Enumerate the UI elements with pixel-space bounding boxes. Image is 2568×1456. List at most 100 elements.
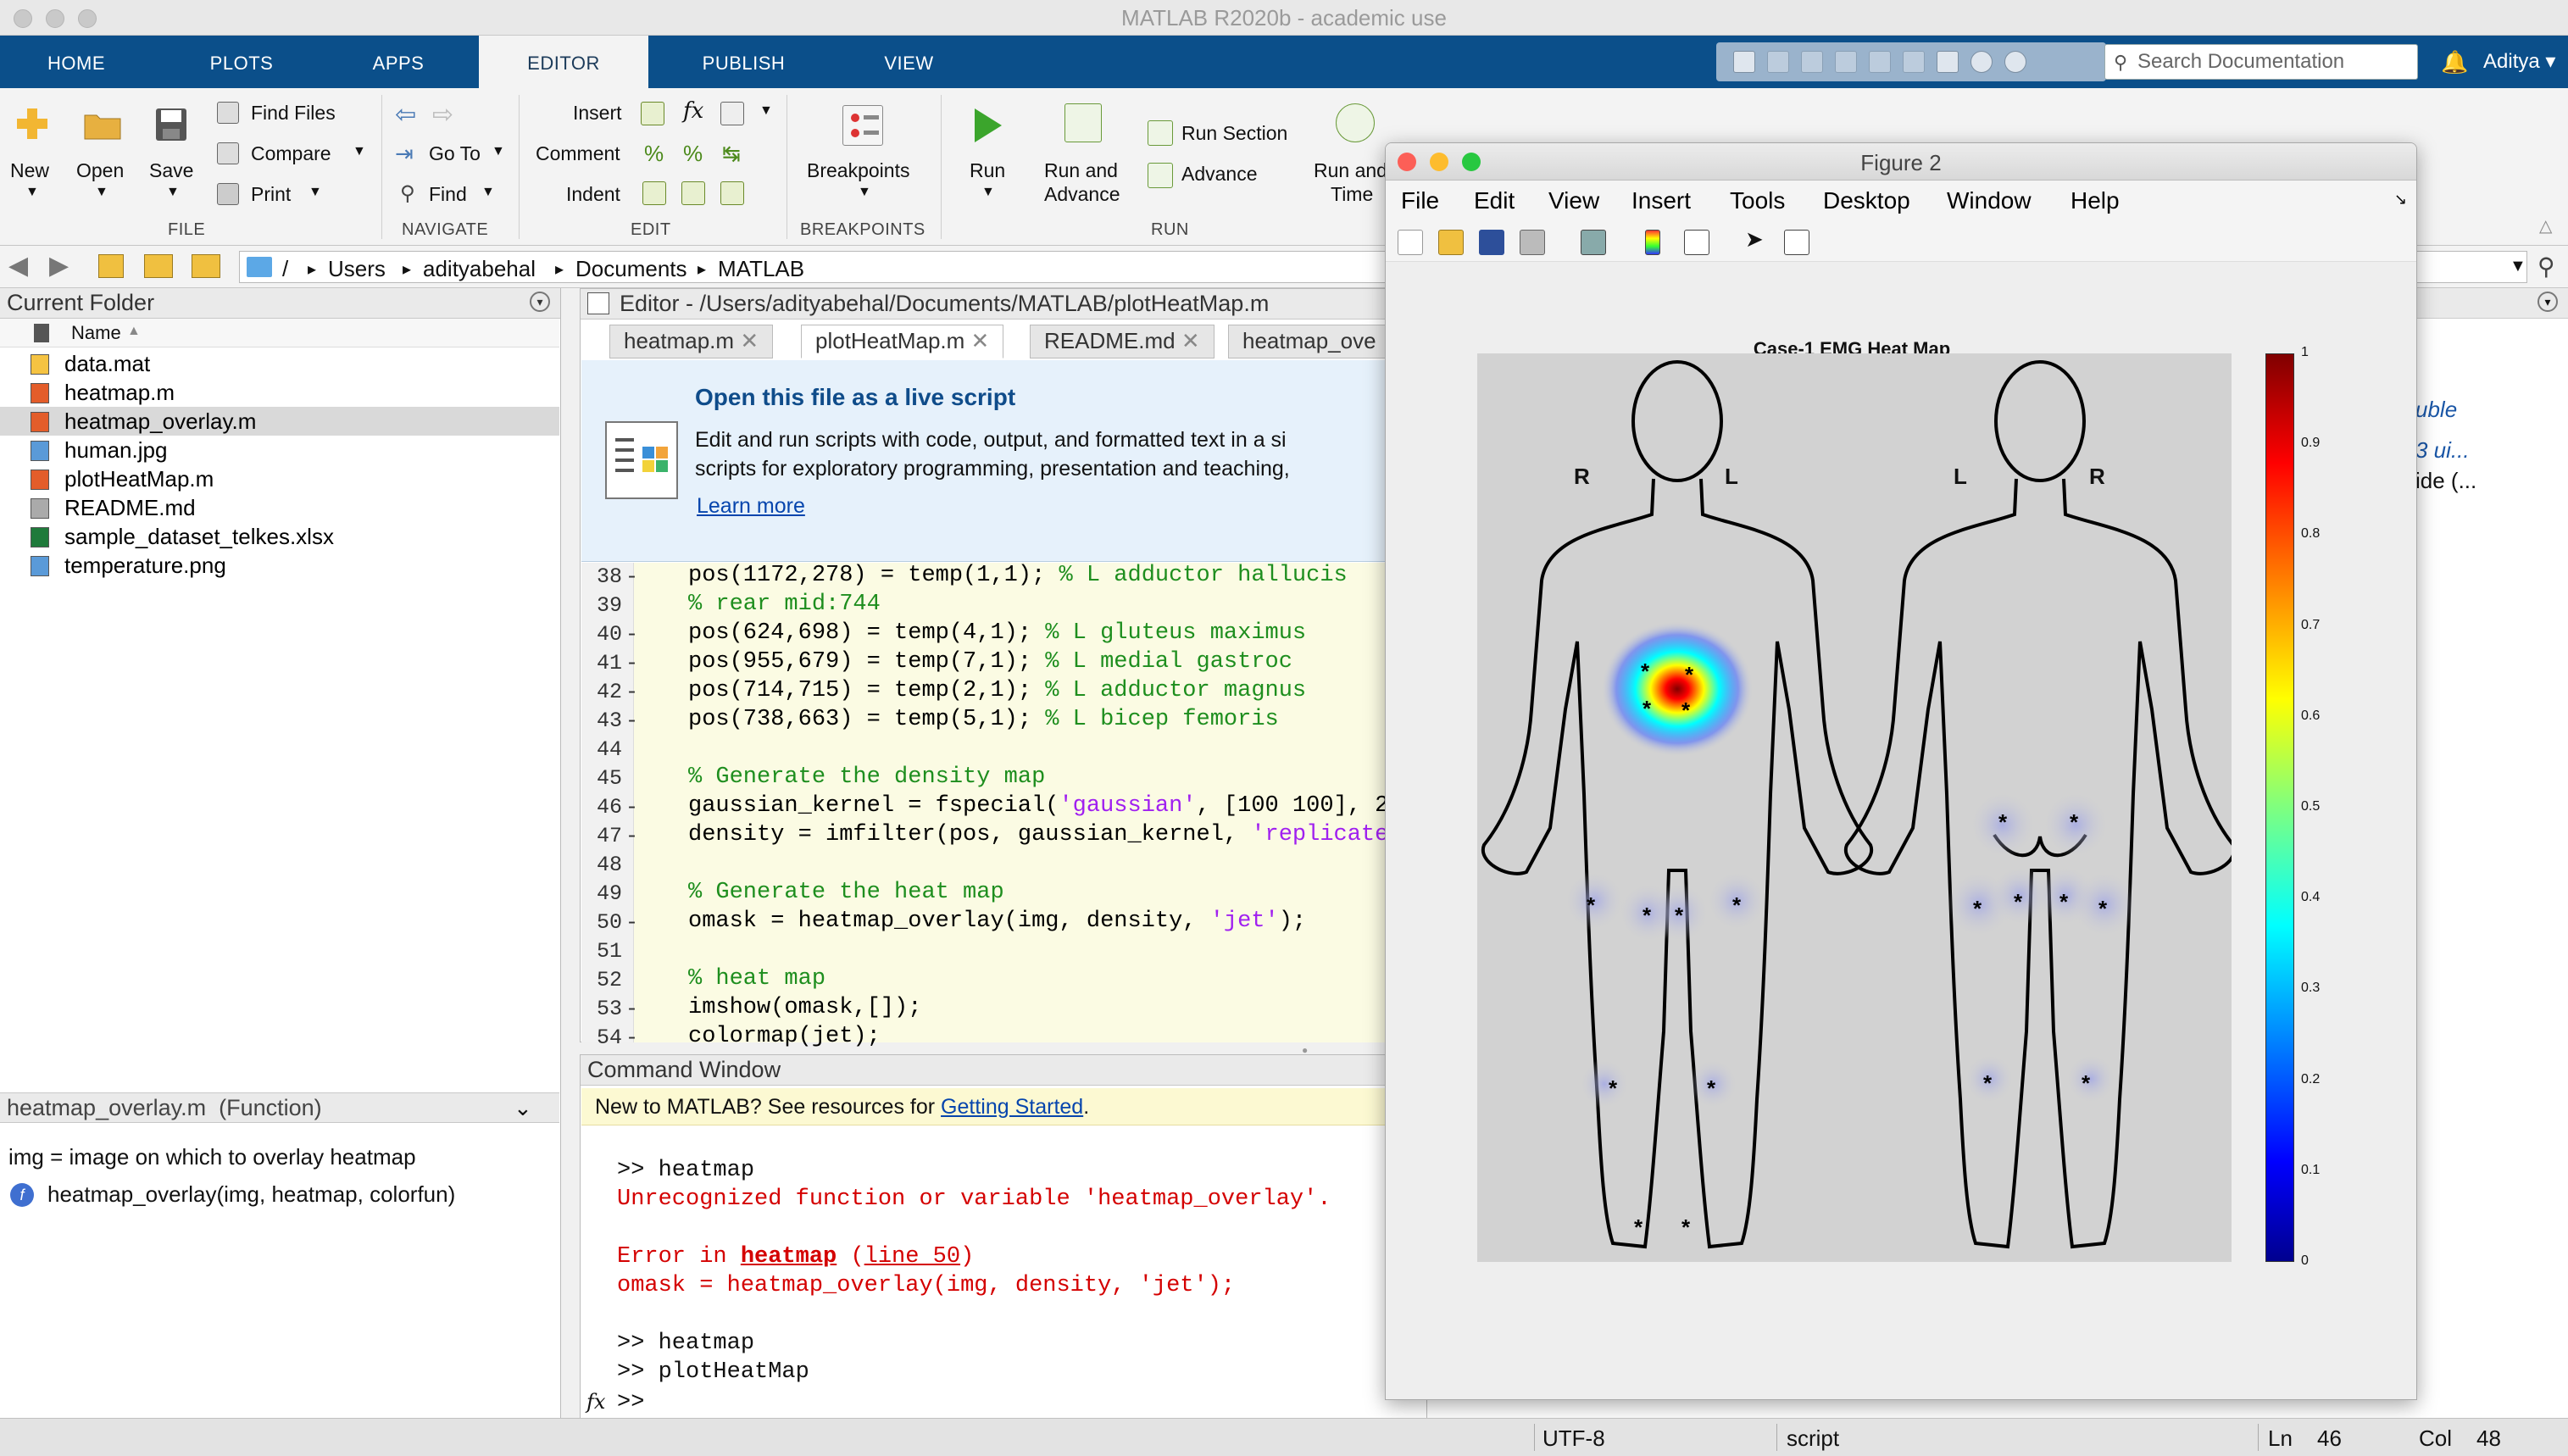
- cut-icon[interactable]: [1767, 51, 1789, 73]
- run-and-advance-line2[interactable]: Advance: [1044, 183, 1120, 206]
- code-line[interactable]: gaussian_kernel = fspecial('gaussian', […: [688, 793, 1403, 819]
- breakpoints-button[interactable]: Breakpoints: [807, 159, 909, 182]
- run-and-time-line1[interactable]: Run and: [1314, 159, 1387, 182]
- link-plot-icon[interactable]: [1581, 230, 1606, 255]
- go-to-button[interactable]: Go To: [429, 142, 481, 165]
- path-adityabehal[interactable]: adityabehal: [423, 256, 536, 282]
- find-button[interactable]: Find: [429, 183, 467, 206]
- panel-actions-icon[interactable]: ▾: [2537, 292, 2558, 312]
- path-dropdown-icon[interactable]: ▼: [2510, 257, 2526, 276]
- comment-percent-icon[interactable]: %: [644, 141, 664, 167]
- breakpoint-marker[interactable]: -: [625, 622, 638, 647]
- file-list-item[interactable]: plotHeatMap.m: [0, 464, 559, 493]
- close-tab-icon[interactable]: ✕: [1181, 328, 1200, 353]
- compare-button[interactable]: Compare: [251, 142, 331, 165]
- run-section-button[interactable]: Run Section: [1181, 122, 1287, 145]
- back-arrow-icon[interactable]: ⇦: [395, 100, 416, 130]
- breakpoint-marker[interactable]: -: [625, 651, 638, 675]
- up-folder-icon[interactable]: [98, 254, 124, 278]
- command-prompt[interactable]: >>: [617, 1390, 644, 1415]
- path-documents[interactable]: Documents: [575, 256, 687, 282]
- save-button[interactable]: Save: [149, 159, 193, 182]
- breakpoint-marker[interactable]: -: [625, 680, 638, 704]
- file-list-item[interactable]: heatmap.m: [0, 378, 559, 407]
- tab-heatmap-overlay-m[interactable]: heatmap_ove: [1228, 325, 1390, 358]
- help-icon[interactable]: [1970, 51, 1993, 73]
- run-and-advance-line1[interactable]: Run and: [1044, 159, 1118, 182]
- path-matlab[interactable]: MATLAB: [718, 256, 804, 282]
- code-line[interactable]: pos(1172,278) = temp(1,1); % L adductor …: [688, 563, 1348, 588]
- tab-publish[interactable]: PUBLISH: [653, 36, 835, 88]
- decrease-indent-icon[interactable]: [681, 181, 705, 205]
- menu-insert[interactable]: Insert: [1631, 187, 1691, 214]
- redo-icon[interactable]: [1903, 51, 1925, 73]
- compare-dropdown-icon[interactable]: ▼: [353, 144, 366, 159]
- undock-figure-icon[interactable]: ↘: [2394, 191, 2407, 208]
- advance-button[interactable]: Advance: [1181, 163, 1258, 186]
- file-list-item[interactable]: sample_dataset_telkes.xlsx: [0, 522, 559, 551]
- edit-plot-arrow-icon[interactable]: ➤: [1745, 226, 1770, 252]
- code-line[interactable]: % rear mid:744: [688, 592, 881, 617]
- open-file-icon[interactable]: [1438, 230, 1464, 255]
- new-figure-icon[interactable]: [1398, 230, 1423, 255]
- save-figure-icon[interactable]: [1479, 230, 1504, 255]
- breakpoint-marker[interactable]: -: [625, 824, 638, 848]
- tab-readme-md[interactable]: README.md ✕: [1030, 325, 1215, 358]
- copy-icon[interactable]: [1801, 51, 1823, 73]
- user-account-menu[interactable]: Aditya ▾: [2483, 49, 2555, 74]
- run-button[interactable]: Run: [970, 159, 1005, 182]
- collapse-details-icon[interactable]: ⌄: [514, 1095, 532, 1121]
- insert-legend-icon[interactable]: [1684, 230, 1709, 255]
- find-dropdown-icon[interactable]: ▼: [481, 185, 495, 200]
- breakpoint-marker[interactable]: -: [625, 795, 638, 820]
- menu-help[interactable]: Help: [2071, 187, 2120, 214]
- insert-dropdown-icon[interactable]: ▼: [759, 103, 773, 119]
- print-dropdown-icon[interactable]: ▼: [308, 185, 322, 200]
- new-button[interactable]: New: [10, 159, 49, 182]
- save-dropdown-icon[interactable]: ▼: [166, 185, 180, 200]
- path-users[interactable]: Users: [328, 256, 386, 282]
- tab-apps[interactable]: APPS: [322, 36, 475, 88]
- new-dropdown-icon[interactable]: ▼: [25, 185, 39, 200]
- uncomment-icon[interactable]: %: [683, 141, 703, 167]
- tab-plots[interactable]: PLOTS: [161, 36, 322, 88]
- tab-editor[interactable]: EDITOR: [479, 36, 648, 88]
- file-list-item[interactable]: heatmap_overlay.m: [0, 407, 559, 436]
- property-inspector-icon[interactable]: [1784, 230, 1809, 255]
- file-list-item[interactable]: README.md: [0, 493, 559, 522]
- code-line[interactable]: density = imfilter(pos, gaussian_kernel,…: [688, 822, 1403, 847]
- breakpoint-marker[interactable]: -: [625, 997, 638, 1021]
- notification-bell-icon[interactable]: 🔔: [2441, 49, 2468, 75]
- colorbar[interactable]: [2265, 353, 2294, 1262]
- splitter-handle-icon[interactable]: ●: [1302, 1044, 1314, 1056]
- getting-started-link[interactable]: Getting Started: [941, 1095, 1083, 1119]
- open-dropdown-icon[interactable]: ▼: [95, 185, 108, 200]
- code-line[interactable]: omask = heatmap_overlay(img, density, 'j…: [688, 909, 1306, 934]
- insert-variable-icon[interactable]: [720, 102, 744, 125]
- search-path-icon[interactable]: ⚲: [2537, 253, 2555, 281]
- insert-function-button[interactable]: fx: [683, 98, 703, 124]
- file-list-item[interactable]: temperature.png: [0, 551, 559, 580]
- search-folder-icon[interactable]: [192, 254, 220, 278]
- back-nav-icon[interactable]: ◀: [8, 251, 28, 281]
- code-line[interactable]: colormap(jet);: [688, 1024, 881, 1049]
- panel-actions-icon[interactable]: ▾: [530, 292, 550, 312]
- menu-edit[interactable]: Edit: [1474, 187, 1515, 214]
- run-dropdown-icon[interactable]: ▼: [981, 185, 995, 200]
- function-browser-icon[interactable]: fx: [586, 1390, 605, 1414]
- code-line[interactable]: pos(955,679) = temp(7,1); % L medial gas…: [688, 649, 1292, 675]
- breakpoints-dropdown-icon[interactable]: ▼: [858, 185, 871, 200]
- insert-button[interactable]: Insert: [573, 102, 622, 125]
- print-figure-icon[interactable]: [1520, 230, 1545, 255]
- breakpoint-marker[interactable]: -: [625, 564, 638, 589]
- menu-desktop[interactable]: Desktop: [1823, 187, 1910, 214]
- insert-colorbar-icon[interactable]: [1645, 230, 1660, 255]
- code-line[interactable]: % Generate the heat map: [688, 880, 1004, 905]
- menu-file[interactable]: File: [1401, 187, 1439, 214]
- forward-arrow-icon[interactable]: ⇨: [432, 100, 453, 130]
- insert-section-icon[interactable]: [641, 102, 664, 125]
- code-line[interactable]: % heat map: [688, 966, 825, 992]
- search-documentation-input[interactable]: ⚲ Search Documentation: [2104, 44, 2418, 80]
- wrap-comments-icon[interactable]: ↹: [722, 141, 741, 167]
- run-and-time-line2[interactable]: Time: [1331, 183, 1373, 206]
